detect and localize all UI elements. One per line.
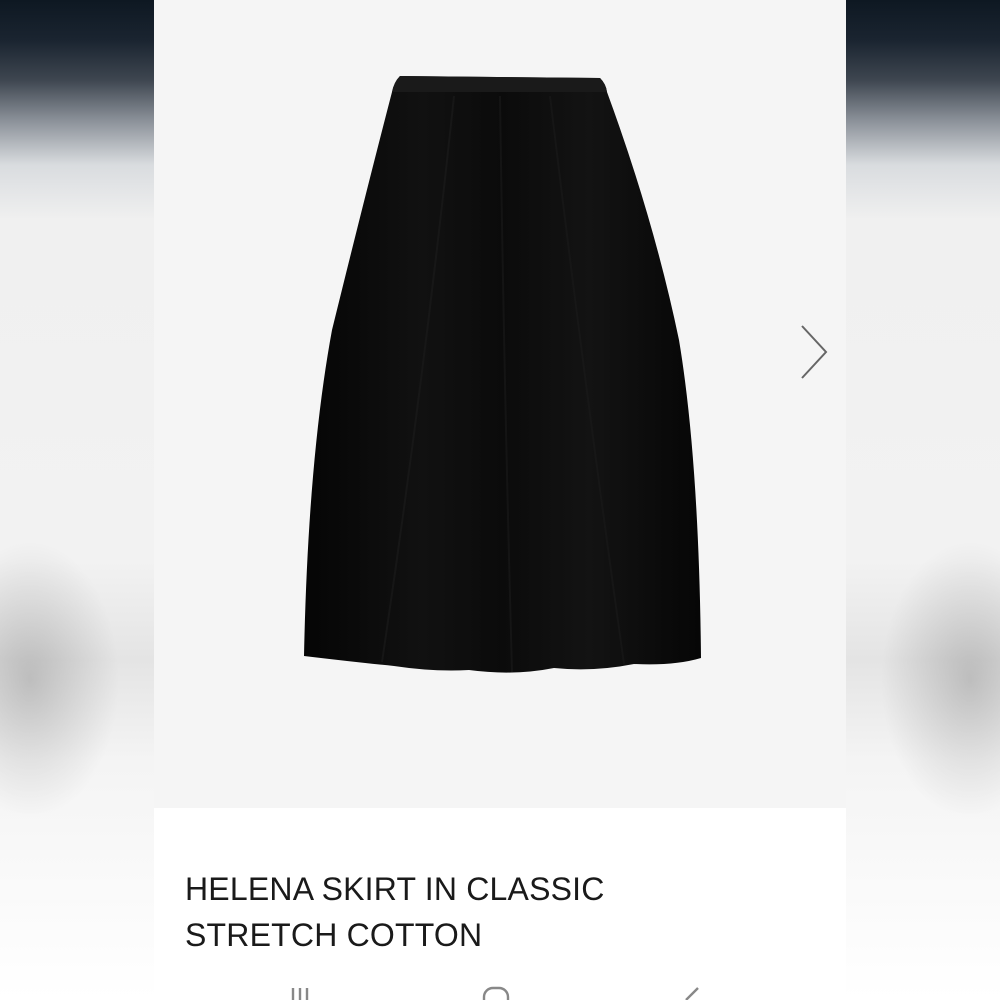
chevron-right-icon [801,325,828,379]
product-info: HELENA SKIRT IN CLASSIC STRETCH COTTON [154,808,846,1000]
back-button[interactable] [674,978,714,1000]
recents-icon [291,988,309,1000]
recents-button[interactable] [280,978,320,1000]
backdrop-right [846,0,1000,1000]
product-screen: HELENA SKIRT IN CLASSIC STRETCH COTTON [154,0,846,1000]
product-image-gallery[interactable] [154,0,846,808]
home-button[interactable] [476,978,516,1000]
product-image [304,76,701,673]
system-navigation-bar [154,978,846,1000]
backdrop-left [0,0,160,1000]
product-title: HELENA SKIRT IN CLASSIC STRETCH COTTON [185,866,785,958]
back-icon [685,987,699,1000]
product-title-line-1: HELENA SKIRT IN CLASSIC [185,871,605,907]
home-icon [482,986,510,1000]
product-title-line-2: STRETCH COTTON [185,917,483,953]
next-image-button[interactable] [794,324,834,380]
